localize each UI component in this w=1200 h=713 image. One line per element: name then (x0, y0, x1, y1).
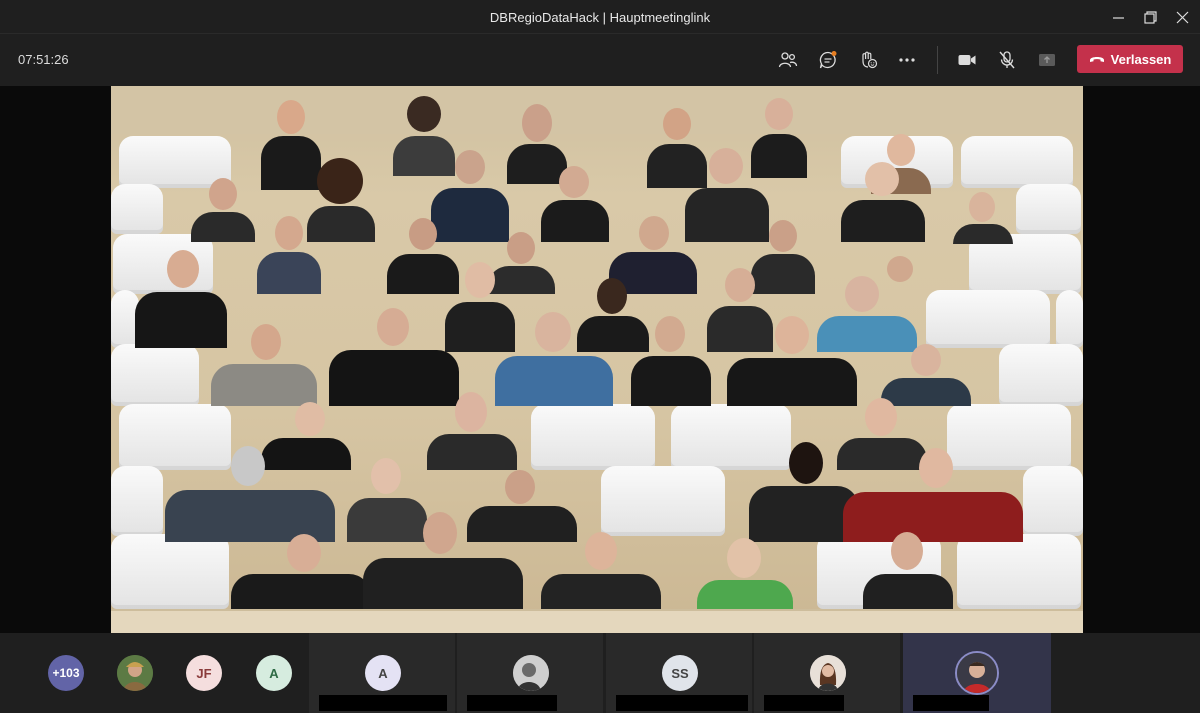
participant-video (953, 192, 1013, 244)
participant-name-redacted (616, 695, 748, 711)
self-avatar (955, 651, 999, 695)
participant-video (427, 392, 517, 470)
user-photo-icon (810, 655, 846, 691)
participant-video (631, 316, 711, 406)
video-stage (0, 86, 1200, 633)
participant-tile[interactable]: SS (606, 633, 752, 713)
user-photo-icon (957, 653, 997, 693)
auditorium-ledge (111, 609, 1083, 633)
self-participant-tile[interactable] (903, 633, 1051, 713)
meeting-timer: 07:51:26 (18, 52, 69, 67)
participant-video (191, 178, 255, 242)
seat (111, 184, 163, 234)
participant-video (843, 448, 1023, 542)
participant-video (881, 344, 971, 406)
restore-icon[interactable] (1140, 7, 1160, 27)
participant-avatar-jf[interactable]: JF (186, 655, 222, 691)
seat (1023, 466, 1083, 536)
reactions-icon[interactable] (854, 46, 882, 74)
participant-avatar-a: A (365, 655, 401, 691)
leave-button[interactable]: Verlassen (1077, 45, 1183, 73)
participant-video (717, 316, 867, 406)
title-bar: DBRegioDataHack | Hauptmeetinglink (0, 0, 1200, 34)
more-icon[interactable] (893, 46, 921, 74)
participant-video (231, 534, 371, 609)
participant-avatar (513, 655, 549, 691)
close-icon[interactable] (1172, 7, 1192, 27)
participant-name-redacted (467, 695, 557, 711)
seat (601, 466, 725, 536)
toolbar-divider (937, 46, 938, 74)
camera-icon[interactable] (953, 46, 981, 74)
participant-video (541, 166, 609, 242)
hang-up-icon (1089, 57, 1104, 62)
leave-button-label: Verlassen (1110, 51, 1172, 67)
participant-avatar-ss: SS (662, 655, 698, 691)
participant-avatar (810, 655, 846, 691)
seat (111, 344, 199, 406)
seat (1056, 290, 1083, 348)
meeting-toolbar: 07:51:26 Verlassen (0, 34, 1200, 86)
participant-video (207, 324, 321, 406)
share-icon[interactable] (1033, 46, 1061, 74)
participant-video (257, 216, 321, 294)
participant-video (541, 532, 661, 609)
window-title: DBRegioDataHack | Hauptmeetinglink (489, 10, 711, 25)
minimize-icon[interactable] (1108, 7, 1128, 27)
mic-muted-icon[interactable] (993, 46, 1021, 74)
participant-video (863, 532, 953, 609)
overflow-participants-button[interactable]: +103 (48, 655, 84, 691)
participant-tile[interactable]: A (309, 633, 455, 713)
seat (1016, 184, 1081, 234)
participant-tile[interactable] (754, 633, 900, 713)
chat-icon[interactable] (814, 46, 842, 74)
participant-name-redacted (913, 695, 989, 711)
participant-video (831, 162, 935, 242)
participant-video (363, 512, 523, 609)
together-mode-view (111, 86, 1083, 633)
user-photo-icon (513, 655, 549, 691)
participant-tile[interactable] (457, 633, 603, 713)
participant-strip: +103 JF A A SS (0, 633, 1200, 713)
people-icon[interactable] (774, 46, 802, 74)
seat (531, 404, 655, 470)
participant-video (155, 446, 345, 542)
participant-avatar[interactable] (117, 655, 153, 691)
participant-name-redacted (764, 695, 844, 711)
seat (111, 534, 229, 609)
participant-video (697, 538, 793, 609)
participant-avatar-a[interactable]: A (256, 655, 292, 691)
seat (957, 534, 1081, 609)
seat (999, 344, 1083, 406)
seat (926, 290, 1050, 348)
seat (961, 136, 1073, 188)
participant-name-redacted (319, 695, 447, 711)
user-photo-icon (117, 655, 153, 691)
